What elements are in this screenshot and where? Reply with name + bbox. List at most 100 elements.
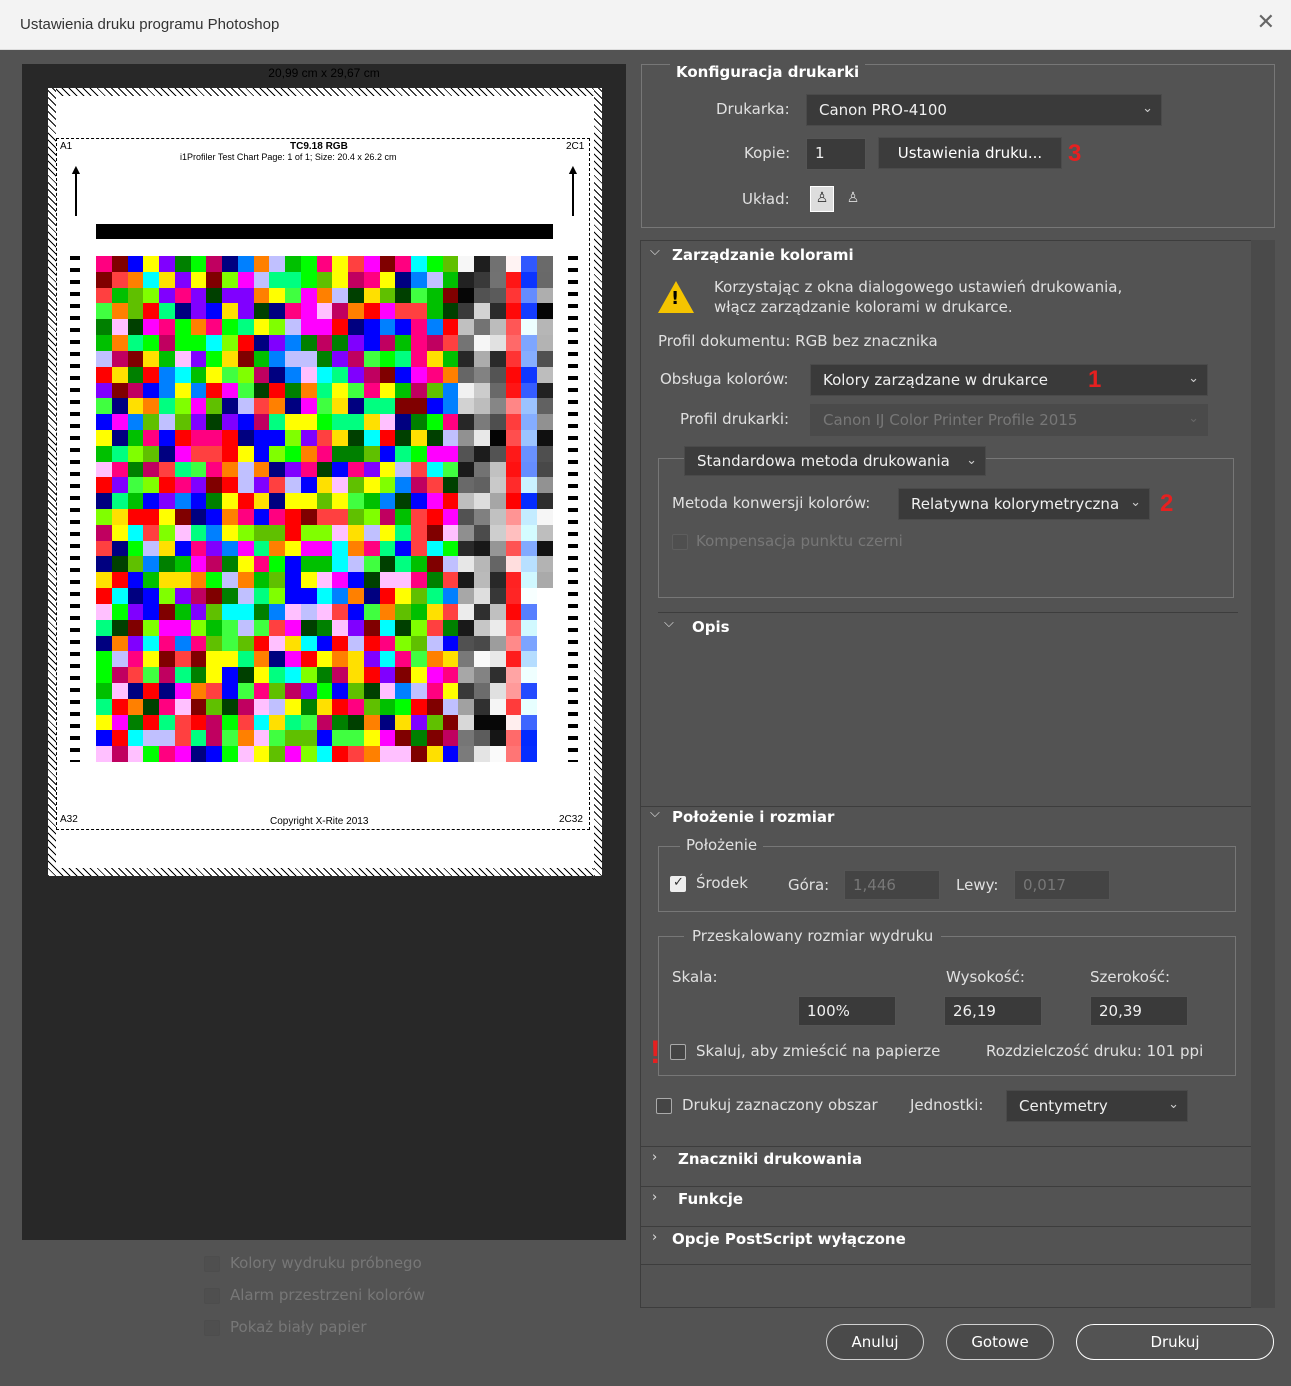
top-input[interactable]: 1,446 <box>844 870 940 900</box>
print-selected-checkbox[interactable] <box>656 1098 672 1114</box>
print-method-select[interactable]: Standardowa metoda drukowania ⌄ <box>684 446 986 476</box>
print-marks-header[interactable]: Znaczniki drukowania <box>678 1150 862 1168</box>
color-patch <box>474 350 490 367</box>
color-patch <box>379 445 396 462</box>
color-patch <box>300 461 317 478</box>
color-patch <box>426 524 443 541</box>
color-patch <box>426 287 443 304</box>
color-patch <box>316 477 333 494</box>
color-patch <box>253 556 270 573</box>
color-patch <box>300 414 317 430</box>
scale-input[interactable]: 100% <box>798 996 896 1026</box>
color-patch <box>426 319 443 336</box>
color-patch <box>143 303 160 320</box>
color-patch <box>363 382 380 399</box>
color-patch <box>190 651 207 668</box>
color-patch <box>253 603 270 620</box>
color-patch <box>159 730 175 747</box>
color-patch <box>348 366 364 383</box>
scrollbar[interactable] <box>1251 240 1275 1308</box>
color-patch <box>159 714 175 731</box>
color-patch <box>285 524 301 541</box>
color-patch <box>521 603 538 620</box>
color-management-header[interactable]: Zarządzanie kolorami <box>672 246 854 264</box>
color-patch <box>269 382 286 399</box>
color-patch <box>411 524 427 541</box>
color-patch <box>489 572 506 589</box>
chevron-right-icon[interactable]: › <box>652 1150 657 1165</box>
color-patch <box>489 445 506 462</box>
color-patch <box>426 556 443 573</box>
color-patch <box>411 698 427 715</box>
print-settings-button[interactable]: Ustawienia druku... <box>878 137 1062 169</box>
color-patch <box>521 730 538 747</box>
color-patch <box>489 556 506 573</box>
printer-select[interactable]: Canon PRO-4100 ⌄ <box>806 94 1162 126</box>
color-patch <box>111 414 128 430</box>
color-patch <box>127 524 144 541</box>
portrait-layout-icon[interactable]: ♙ <box>810 186 834 212</box>
color-patch <box>379 651 396 668</box>
color-patch <box>316 256 333 272</box>
gamut-warning-checkbox[interactable] <box>204 1288 220 1304</box>
functions-header[interactable]: Funkcje <box>678 1190 743 1208</box>
position-size-header[interactable]: Położenie i rozmiar <box>672 808 834 826</box>
color-handling-select[interactable]: Kolory zarządzane w drukarce ⌄ <box>810 364 1208 396</box>
color-patch <box>474 319 490 336</box>
color-patch <box>300 429 317 446</box>
color-patch <box>489 303 506 320</box>
printer-profile-select[interactable]: Canon IJ Color Printer Profile 2015 ⌄ <box>810 404 1208 436</box>
color-patch <box>363 461 380 478</box>
close-icon[interactable]: ✕ <box>1257 10 1275 35</box>
color-patch <box>222 698 238 715</box>
color-patch <box>537 730 553 747</box>
color-patch <box>285 572 301 589</box>
color-patch <box>285 335 301 351</box>
done-button[interactable]: Gotowe <box>946 1324 1054 1360</box>
height-input[interactable]: 26,19 <box>944 996 1042 1026</box>
paper-white-checkbox[interactable] <box>204 1320 220 1336</box>
center-checkbox[interactable] <box>670 875 686 892</box>
chevron-right-icon[interactable]: › <box>652 1190 657 1205</box>
black-point-checkbox[interactable] <box>672 534 688 550</box>
color-patch <box>143 730 160 747</box>
color-patch <box>379 540 396 557</box>
color-patch <box>253 287 270 304</box>
chevron-down-icon[interactable]: ⌵ <box>650 806 660 821</box>
cancel-button[interactable]: Anuluj <box>826 1324 924 1360</box>
color-patch <box>96 603 112 620</box>
scale-to-fit-checkbox[interactable] <box>670 1044 686 1060</box>
color-patch <box>190 287 207 304</box>
color-patch <box>474 746 490 762</box>
chevron-down-icon[interactable]: ⌵ <box>664 616 674 631</box>
color-patch <box>474 256 490 272</box>
description-header[interactable]: Opis <box>692 618 730 636</box>
color-patch <box>111 714 128 731</box>
chevron-down-icon[interactable]: ⌵ <box>650 244 660 259</box>
color-patch <box>332 651 349 668</box>
color-patch <box>505 667 522 683</box>
postscript-header[interactable]: Opcje PostScript wyłączone <box>672 1230 906 1248</box>
color-patch <box>395 445 412 462</box>
color-patch <box>537 714 553 731</box>
color-patch <box>111 382 128 399</box>
color-patch <box>206 556 223 573</box>
color-patch <box>159 651 175 668</box>
settings-panel <box>640 240 1252 1308</box>
color-patch <box>537 698 553 715</box>
color-patch <box>285 667 301 683</box>
color-patch <box>159 461 175 478</box>
rendering-intent-select[interactable]: Relatywna kolorymetryczna ⌄ <box>898 488 1150 520</box>
print-button[interactable]: Drukuj <box>1076 1324 1274 1360</box>
landscape-layout-icon[interactable]: ♙ <box>842 190 864 210</box>
left-input[interactable]: 0,017 <box>1014 870 1110 900</box>
width-input[interactable]: 20,39 <box>1090 996 1188 1026</box>
color-patch <box>300 287 317 304</box>
units-select[interactable]: Centymetry ⌄ <box>1006 1090 1188 1122</box>
proof-colors-checkbox[interactable] <box>204 1256 220 1272</box>
color-patch <box>285 651 301 668</box>
copies-input[interactable]: 1 <box>806 138 866 170</box>
color-patch <box>363 271 380 288</box>
color-patch <box>379 714 396 731</box>
chevron-right-icon[interactable]: › <box>652 1230 657 1245</box>
